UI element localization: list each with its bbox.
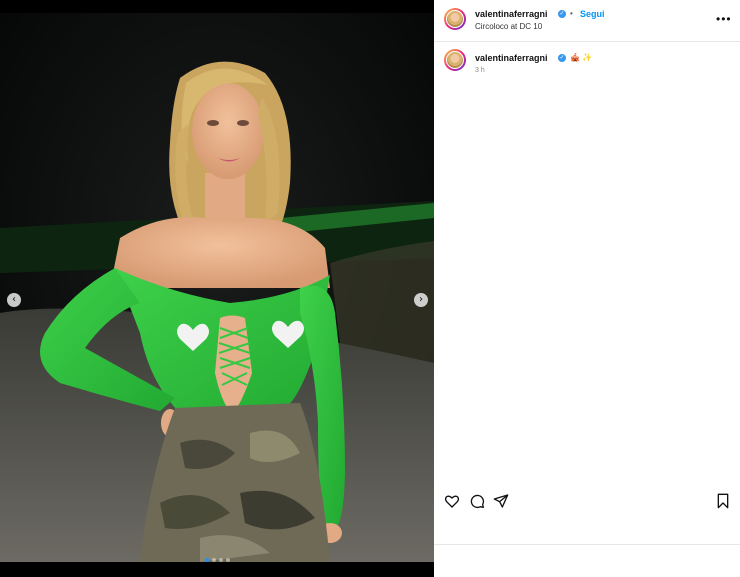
post-media[interactable]: ‹ › — [0, 13, 434, 562]
carousel-dot — [204, 558, 209, 562]
divider — [434, 544, 740, 545]
caption-username[interactable]: valentinaferragni — [475, 53, 548, 63]
post-header: valentinaferragni ✓ • Segui Circoloco at… — [434, 0, 740, 42]
carousel-dot — [225, 558, 230, 562]
carousel-next-button[interactable]: › — [414, 293, 428, 307]
separator-dot: • — [570, 9, 573, 18]
verified-badge-icon: ✓ — [558, 54, 566, 62]
avatar[interactable] — [444, 8, 466, 30]
verified-badge-icon: ✓ — [558, 10, 566, 18]
post-side-panel: valentinaferragni ✓ • Segui Circoloco at… — [434, 0, 740, 577]
post-location[interactable]: Circoloco at DC 10 — [475, 22, 542, 31]
caption-avatar[interactable] — [444, 49, 466, 71]
action-bar — [434, 487, 740, 515]
author-username[interactable]: valentinaferragni — [475, 9, 548, 19]
post-photo — [0, 13, 434, 562]
carousel-dot — [218, 558, 223, 562]
carousel-indicator — [0, 558, 434, 562]
comment-icon[interactable] — [469, 493, 485, 509]
bookmark-icon[interactable] — [715, 493, 731, 509]
carousel-dot — [211, 558, 216, 562]
share-icon[interactable] — [493, 493, 509, 509]
heart-icon[interactable] — [444, 493, 460, 509]
carousel-prev-button[interactable]: ‹ — [7, 293, 21, 307]
post-timestamp: 3 h — [475, 67, 485, 74]
more-options-icon[interactable]: ••• — [716, 12, 732, 26]
caption-text: 🎪 ✨ — [570, 53, 593, 62]
follow-button[interactable]: Segui — [580, 9, 605, 19]
